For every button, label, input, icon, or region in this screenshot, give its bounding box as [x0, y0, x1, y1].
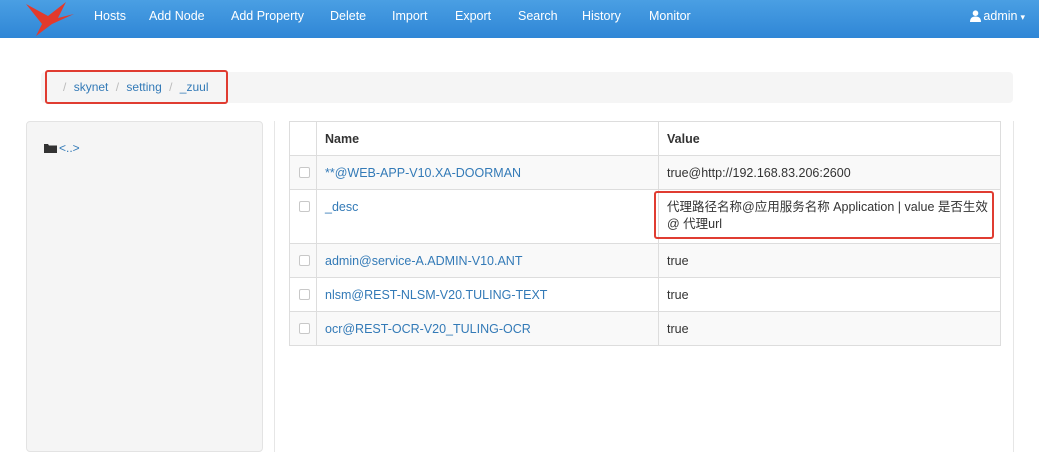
- table-row: ocr@REST-OCR-V20_TULING-OCR true: [289, 311, 1001, 346]
- table-row: **@WEB-APP-V10.XA-DOORMAN true@http://19…: [289, 155, 1001, 190]
- tree-item-parent[interactable]: <..>: [44, 141, 80, 155]
- table-row: nlsm@REST-NLSM-V20.TULING-TEXT true: [289, 277, 1001, 312]
- property-name-link[interactable]: ocr@REST-OCR-V20_TULING-OCR: [325, 322, 531, 336]
- nav-history[interactable]: History: [582, 9, 621, 23]
- folder-icon: [44, 144, 57, 153]
- row-checkbox[interactable]: [299, 201, 310, 212]
- property-name-link[interactable]: nlsm@REST-NLSM-V20.TULING-TEXT: [325, 288, 547, 302]
- caret-down-icon: ▾: [1020, 12, 1025, 22]
- highlight-annotation-box: [654, 191, 994, 239]
- column-header-name: Name: [316, 121, 659, 156]
- tree-item-label: <..>: [59, 141, 80, 155]
- breadcrumb-zuul[interactable]: _zuul: [180, 80, 209, 94]
- nav-add-node[interactable]: Add Node: [149, 9, 205, 23]
- header-checkbox-cell: [289, 121, 317, 156]
- property-name-link[interactable]: admin@service-A.ADMIN-V10.ANT: [325, 254, 522, 268]
- table-row: admin@service-A.ADMIN-V10.ANT true: [289, 243, 1001, 278]
- property-name-link[interactable]: _desc: [325, 200, 358, 214]
- nav-search[interactable]: Search: [518, 9, 558, 23]
- nav-add-property[interactable]: Add Property: [231, 9, 304, 23]
- nav-hosts[interactable]: Hosts: [94, 9, 126, 23]
- property-value: true@http://192.168.83.206:2600: [658, 155, 1001, 190]
- breadcrumb-setting[interactable]: setting: [126, 80, 161, 94]
- table-header-row: Name Value: [289, 121, 1001, 156]
- user-icon: [970, 10, 982, 22]
- breadcrumb-separator: /: [115, 80, 120, 94]
- user-name: admin: [983, 9, 1018, 23]
- row-checkbox[interactable]: [299, 167, 310, 178]
- user-menu[interactable]: admin ▾: [970, 9, 1025, 23]
- property-value: true: [658, 311, 1001, 346]
- row-checkbox[interactable]: [299, 289, 310, 300]
- breadcrumb-separator: /: [63, 80, 67, 94]
- property-name-cell: nlsm@REST-NLSM-V20.TULING-TEXT: [316, 277, 659, 312]
- breadcrumb-separator: /: [169, 80, 173, 94]
- property-value: true: [658, 243, 1001, 278]
- breadcrumb: / skynet / setting / _zuul: [45, 70, 228, 104]
- property-name-link[interactable]: **@WEB-APP-V10.XA-DOORMAN: [325, 166, 521, 180]
- property-name-cell: _desc: [316, 189, 659, 244]
- nav-delete[interactable]: Delete: [330, 9, 366, 23]
- row-checkbox[interactable]: [299, 323, 310, 334]
- row-checkbox-cell: [289, 189, 317, 244]
- row-checkbox-cell: [289, 311, 317, 346]
- property-name-cell: **@WEB-APP-V10.XA-DOORMAN: [316, 155, 659, 190]
- bird-logo-icon[interactable]: [22, 0, 78, 38]
- row-checkbox[interactable]: [299, 255, 310, 266]
- row-checkbox-cell: [289, 243, 317, 278]
- row-checkbox-cell: [289, 277, 317, 312]
- property-name-cell: ocr@REST-OCR-V20_TULING-OCR: [316, 311, 659, 346]
- column-header-value: Value: [658, 121, 1001, 156]
- node-tree-sidebar: [26, 121, 263, 452]
- top-navbar: Hosts Add Node Add Property Delete Impor…: [0, 0, 1039, 38]
- nav-monitor[interactable]: Monitor: [649, 9, 691, 23]
- row-checkbox-cell: [289, 155, 317, 190]
- breadcrumb-skynet[interactable]: skynet: [74, 80, 109, 94]
- property-value: true: [658, 277, 1001, 312]
- property-name-cell: admin@service-A.ADMIN-V10.ANT: [316, 243, 659, 278]
- nav-export[interactable]: Export: [455, 9, 491, 23]
- nav-import[interactable]: Import: [392, 9, 427, 23]
